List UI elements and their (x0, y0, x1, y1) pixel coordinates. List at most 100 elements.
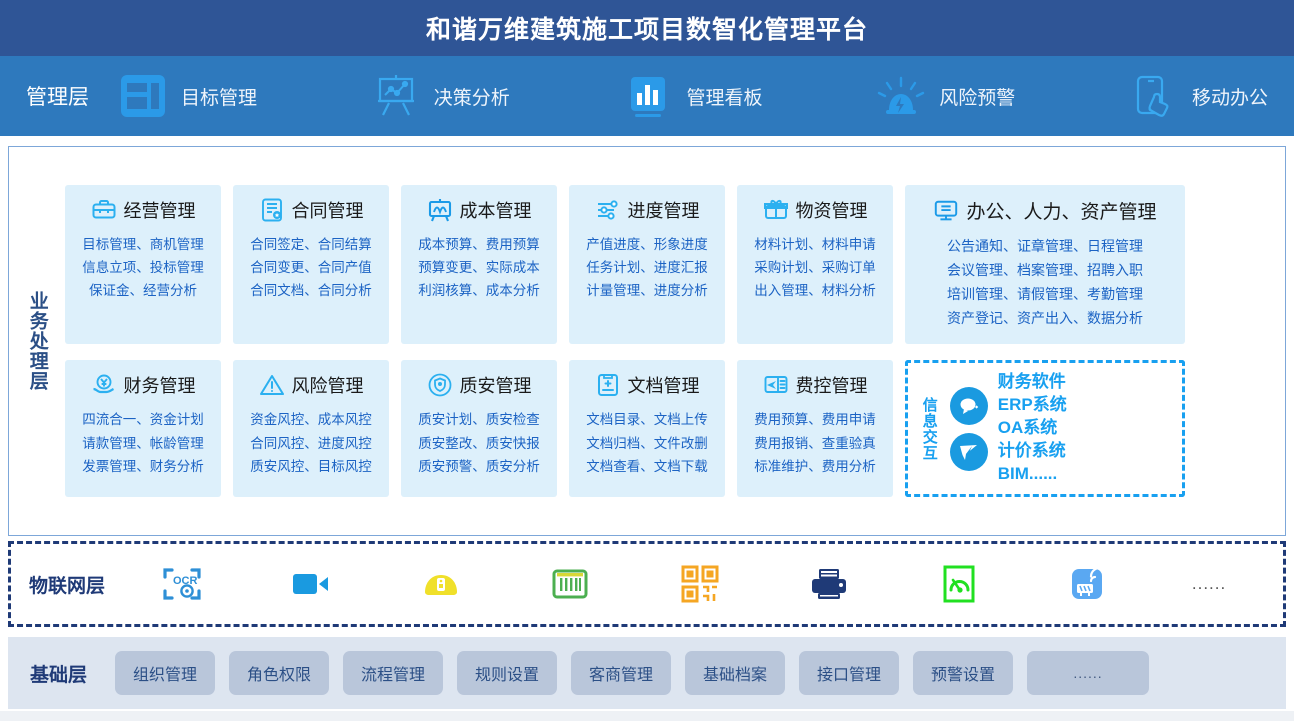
page-title: 和谐万维建筑施工项目数智化管理平台 (425, 16, 868, 44)
card-lines: 公告通知、证章管理、日程管理 会议管理、档案管理、招聘入职 培训管理、请假管理、… (947, 238, 1143, 327)
mgmt-item-label: 目标管理 (181, 87, 258, 109)
shield-check-icon (427, 372, 453, 398)
card-title: 财务管理 (123, 376, 196, 397)
card-lines: 质安计划、质安检查 质安整改、质安快报 质安预警、质安分析 (418, 412, 540, 474)
card-lines: 四流合一、资金计划 请款管理、帐龄管理 发票管理、财务分析 (82, 412, 204, 474)
card-risk-management[interactable]: 风险管理 资金风控、成本风控 合同风控、进度风控 质安风控、目标风控 (233, 360, 389, 497)
title-bar: 和谐万维建筑施工项目数智化管理平台 (0, 0, 1294, 56)
finance-yuan-icon (91, 372, 117, 398)
mgmt-item-label: 移动办公 (1191, 87, 1268, 109)
card-cost-management[interactable]: 成本管理 成本预算、费用预算 预算变更、实际成本 利润核算、成本分析 (401, 185, 557, 345)
card-title: 合同管理 (291, 201, 364, 221)
ocr-scan-icon: OCR (156, 558, 208, 610)
platform-architecture-page: 和谐万维建筑施工项目数智化管理平台 管理层 目标管理 决策分析 管理看板 风险预… (0, 0, 1294, 721)
card-header: 合同管理 (259, 197, 364, 223)
info-exchange-systems: 财务软件 ERP系统 OA系统 计价系统 BIM...... (997, 372, 1067, 484)
paper-plane-icon (949, 432, 988, 471)
card-business-management[interactable]: 经营管理 目标管理、商机管理 信息立项、投标管理 保证金、经营分析 (65, 185, 221, 345)
printer-icon (803, 558, 855, 610)
base-chip-customer-supplier[interactable]: 客商管理 (571, 651, 672, 695)
base-layer-items: 组织管理 角色权限 流程管理 规则设置 客商管理 基础档案 接口管理 预警设置 … (115, 651, 1264, 695)
card-lines: 目标管理、商机管理 信息立项、投标管理 保证金、经营分析 (82, 237, 204, 299)
card-material-management[interactable]: 物资管理 材料计划、材料申请 采购计划、采购订单 出入管理、材料分析 (737, 185, 893, 345)
iot-more-dots: ...... (1191, 574, 1227, 593)
base-chip-role-permission[interactable]: 角色权限 (229, 651, 330, 695)
card-lines: 材料计划、材料申请 采购计划、采购订单 出入管理、材料分析 (754, 237, 876, 299)
card-document-management[interactable]: 文档管理 文档目录、文档上传 文档归档、文件改删 文档查看、文档下载 (569, 360, 725, 497)
qr-code-icon (674, 558, 726, 610)
document-icon (595, 372, 621, 398)
card-header: 文档管理 (595, 372, 700, 398)
base-chip-rule-settings[interactable]: 规则设置 (457, 651, 558, 695)
card-title: 质安管理 (459, 376, 532, 397)
card-quality-safety-management[interactable]: 质安管理 质安计划、质安检查 质安整改、质安快报 质安预警、质安分析 (401, 360, 557, 497)
card-expense-control-management[interactable]: 费控管理 费用预算、费用申请 费用报销、查重验真 标准维护、费用分析 (737, 360, 893, 497)
business-layer-grid: 经营管理 目标管理、商机管理 信息立项、投标管理 保证金、经营分析 合同管理 合… (65, 147, 1285, 535)
info-exchange-box: 信息交互 财务软件 ERP系统 OA系统 计价系统 BIM...... (905, 360, 1185, 497)
info-exchange-icons (949, 386, 988, 471)
card-title: 办公、人力、资产管理 (966, 202, 1157, 223)
chat-bubble-icon (949, 386, 988, 425)
iot-layer-label: 物联网层 (29, 575, 106, 597)
card-header: 费控管理 (763, 372, 868, 398)
card-lines: 成本预算、费用预算 预算变更、实际成本 利润核算、成本分析 (418, 237, 540, 299)
card-lines: 合同签定、合同结算 合同变更、合同产值 合同文档、合同分析 (250, 237, 372, 299)
card-progress-management[interactable]: 进度管理 产值进度、形象进度 任务计划、进度汇报 计量管理、进度分析 (569, 185, 725, 345)
wifi-router-icon (1062, 558, 1114, 610)
briefcase-icon (91, 197, 117, 223)
card-header: 办公、人力、资产管理 (933, 197, 1157, 224)
card-title: 物资管理 (795, 201, 868, 221)
mgmt-item-mobile-office[interactable]: 移动办公 (1128, 70, 1268, 122)
barcode-icon (544, 558, 596, 610)
card-lines: 文档目录、文档上传 文档归档、文件改删 文档查看、文档下载 (586, 412, 708, 474)
card-header: 物资管理 (763, 197, 868, 223)
card-lines: 费用预算、费用申请 费用报销、查重验真 标准维护、费用分析 (754, 412, 876, 474)
material-box-icon (763, 197, 789, 223)
base-chip-organization[interactable]: 组织管理 (115, 651, 216, 695)
management-layer-items: 目标管理 决策分析 管理看板 风险预警 移动办公 (117, 70, 1268, 122)
cost-board-icon (427, 197, 453, 223)
business-layer-box: 业务处理层 经营管理 目标管理、商机管理 信息立项、投标管理 保证金、经营分析 (8, 146, 1286, 536)
contract-doc-icon (259, 197, 285, 223)
mgmt-item-goal-management[interactable]: 目标管理 (117, 70, 257, 122)
base-chip-interface[interactable]: 接口管理 (799, 651, 900, 695)
card-title: 风险管理 (291, 376, 364, 397)
alarm-light-icon (875, 70, 927, 122)
base-chip-basic-archive[interactable]: 基础档案 (685, 651, 786, 695)
card-title: 经营管理 (123, 201, 196, 221)
mgmt-item-decision-analysis[interactable]: 决策分析 (370, 70, 510, 122)
mgmt-item-label: 管理看板 (686, 87, 763, 109)
mgmt-item-risk-alert[interactable]: 风险预警 (875, 70, 1015, 122)
base-layer-box: 基础层 组织管理 角色权限 流程管理 规则设置 客商管理 基础档案 接口管理 预… (8, 637, 1286, 709)
business-row-1: 经营管理 目标管理、商机管理 信息立项、投标管理 保证金、经营分析 合同管理 合… (65, 185, 1271, 345)
video-camera-icon (285, 558, 337, 610)
base-chip-process[interactable]: 流程管理 (343, 651, 444, 695)
card-header: 风险管理 (259, 372, 364, 398)
mobile-tap-icon (1128, 70, 1180, 122)
info-exchange-label: 信息交互 (920, 396, 938, 461)
iot-layer-icons: OCR ...... (117, 558, 1265, 610)
card-header: 经营管理 (91, 197, 196, 223)
gauge-meter-icon (933, 558, 985, 610)
bottom-strip (0, 711, 1294, 721)
card-title: 费控管理 (795, 376, 868, 397)
mgmt-item-management-board[interactable]: 管理看板 (622, 70, 762, 122)
mgmt-item-label: 风险预警 (939, 87, 1016, 109)
card-office-hr-asset-management[interactable]: 办公、人力、资产管理 公告通知、证章管理、日程管理 会议管理、档案管理、招聘入职… (905, 185, 1185, 345)
sliders-icon (595, 197, 621, 223)
management-layer-bar: 管理层 目标管理 决策分析 管理看板 风险预警 移动办公 (0, 56, 1294, 136)
card-contract-management[interactable]: 合同管理 合同签定、合同结算 合同变更、合同产值 合同文档、合同分析 (233, 185, 389, 345)
iot-layer-box: 物联网层 OCR ...... (8, 541, 1286, 627)
base-layer-label: 基础层 (30, 664, 88, 686)
base-chip-alert-settings[interactable]: 预警设置 (913, 651, 1014, 695)
card-title: 成本管理 (459, 201, 532, 221)
expense-ticket-icon (763, 372, 789, 398)
base-chip-more[interactable]: ...... (1027, 651, 1150, 695)
easel-chart-icon (370, 70, 422, 122)
warning-triangle-icon (259, 372, 285, 398)
monitor-icon (933, 198, 959, 224)
dashboard-layout-icon (117, 70, 169, 122)
card-lines: 资金风控、成本风控 合同风控、进度风控 质安风控、目标风控 (250, 412, 372, 474)
card-finance-management[interactable]: 财务管理 四流合一、资金计划 请款管理、帐龄管理 发票管理、财务分析 (65, 360, 221, 497)
card-header: 质安管理 (427, 372, 532, 398)
